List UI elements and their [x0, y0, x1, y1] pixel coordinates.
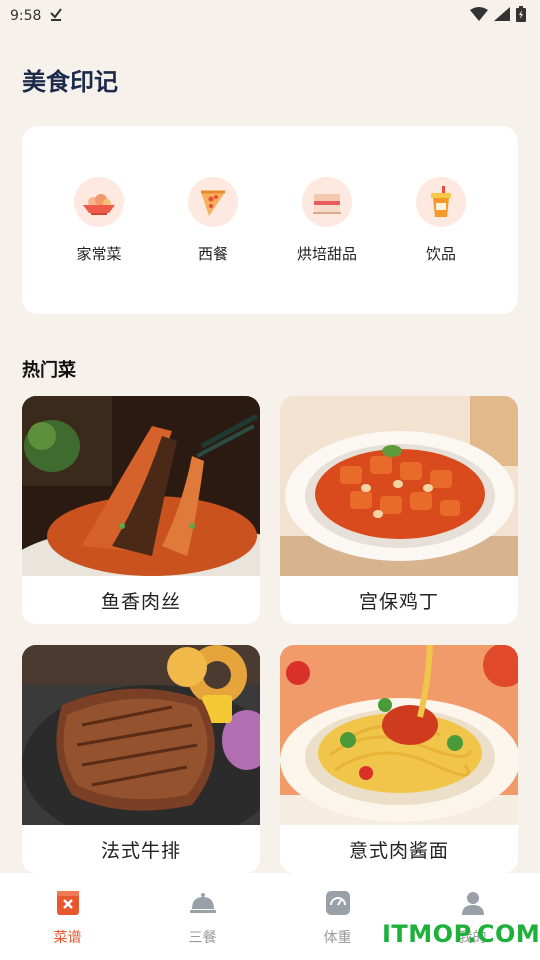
home-dish-icon: [74, 176, 124, 227]
category-drinks[interactable]: 饮品: [396, 176, 486, 264]
cake-icon: [302, 176, 352, 227]
nav-label: 体重: [323, 930, 352, 946]
category-label: 西餐: [197, 244, 228, 263]
watermark: ITMOP.COM: [382, 920, 540, 948]
dish-name: 法式牛排: [100, 839, 181, 862]
page-title: 美食印记: [22, 68, 118, 96]
wifi-icon: [470, 7, 488, 25]
hot-section-title: 热门菜: [22, 360, 76, 381]
nav-label: 菜谱: [53, 930, 82, 946]
category-home-dish[interactable]: 家常菜: [54, 176, 144, 264]
dish-image: [22, 645, 260, 825]
nav-tab-meals[interactable]: 三餐: [163, 889, 243, 947]
nav-label: 三餐: [188, 930, 217, 946]
dish-card[interactable]: 意式肉酱面: [280, 645, 518, 873]
category-bakery[interactable]: 烘培甜品: [282, 176, 372, 264]
status-bar: 9:58: [0, 0, 540, 32]
dish-name: 鱼香肉丝: [100, 590, 181, 613]
dish-image: [280, 396, 518, 576]
dish-name: 宫保鸡丁: [358, 590, 439, 613]
dish-name: 意式肉酱面: [348, 839, 449, 862]
cloche-icon: [189, 889, 217, 917]
dish-card[interactable]: 宫保鸡丁: [280, 396, 518, 624]
dish-card[interactable]: 鱼香肉丝: [22, 396, 260, 624]
dish-image: [22, 396, 260, 576]
nav-tab-weight[interactable]: 体重: [298, 889, 378, 947]
drink-icon: [416, 176, 466, 227]
category-panel: 家常菜 西餐 烘培甜品 饮品: [22, 126, 518, 314]
scale-icon: [324, 889, 352, 917]
status-time: 9:58: [10, 8, 42, 24]
pizza-icon: [188, 176, 238, 227]
category-label: 烘培甜品: [296, 244, 357, 263]
dish-image: [280, 645, 518, 825]
category-label: 饮品: [425, 244, 456, 263]
battery-icon: [516, 6, 526, 26]
user-icon: [459, 889, 487, 917]
category-western[interactable]: 西餐: [168, 176, 258, 264]
category-label: 家常菜: [76, 244, 122, 263]
nav-tab-recipes[interactable]: 菜谱: [28, 889, 108, 947]
cell-signal-icon: [494, 7, 510, 25]
recipe-icon: [54, 889, 82, 917]
download-done-icon: [49, 7, 63, 25]
dish-card[interactable]: 法式牛排: [22, 645, 260, 873]
